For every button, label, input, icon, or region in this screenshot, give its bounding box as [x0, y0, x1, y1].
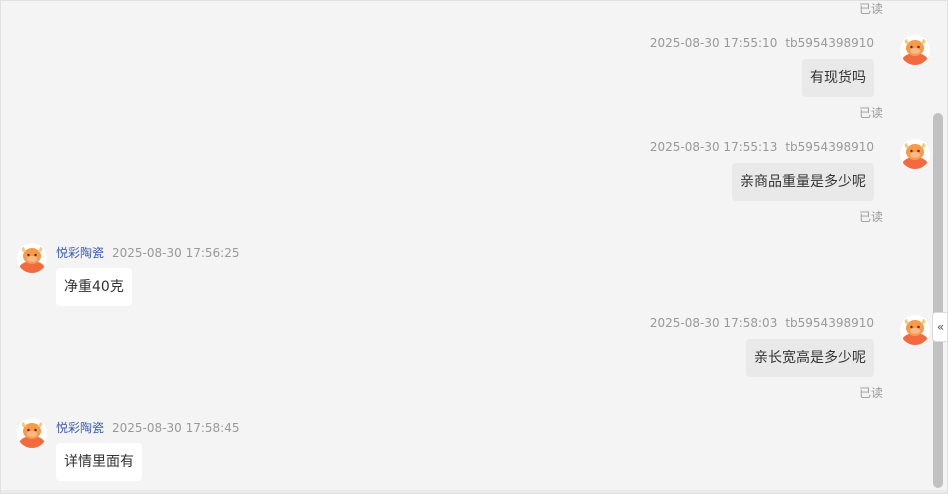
read-status: 已读 [859, 386, 884, 400]
sender-id: tb5954398910 [785, 36, 874, 50]
divider [1, 490, 947, 493]
avatar[interactable] [17, 418, 47, 448]
avatar[interactable] [900, 315, 930, 345]
message-timestamp: 2025-08-30 17:56:25 [112, 246, 240, 260]
cartoon-cow-avatar-icon [902, 143, 928, 169]
message-meta: 悦彩陶瓷 2025-08-30 17:58:45 [56, 419, 239, 436]
read-status: 已读 [859, 210, 884, 224]
message-timestamp: 2025-08-30 17:58:03 [649, 316, 778, 330]
chat-window: 已读 2025-08-30 17:55:10 tb5954398910 有现货吗 … [0, 0, 948, 494]
cartoon-cow-avatar-icon [19, 422, 45, 448]
message-bubble[interactable]: 有现货吗 [802, 59, 874, 97]
message-meta: 悦彩陶瓷 2025-08-30 17:56:25 [56, 244, 239, 261]
message-meta: 2025-08-30 17:55:13 tb5954398910 [650, 140, 874, 154]
message-timestamp: 2025-08-30 17:55:10 [649, 36, 778, 50]
message-bubble[interactable]: 净重40克 [56, 268, 132, 306]
read-status: 已读 [859, 106, 884, 120]
message-bubble[interactable]: 详情里面有 [56, 443, 142, 481]
sender-id: tb5954398910 [785, 316, 874, 330]
scrollbar-thumb[interactable] [933, 113, 943, 488]
avatar[interactable] [17, 243, 47, 273]
message-bubble[interactable]: 亲商品重量是多少呢 [732, 163, 874, 201]
message-timestamp: 2025-08-30 17:55:13 [649, 140, 778, 154]
message-list[interactable]: 已读 2025-08-30 17:55:10 tb5954398910 有现货吗 … [1, 1, 931, 493]
cartoon-cow-avatar-icon [902, 39, 928, 65]
message-timestamp: 2025-08-30 17:58:45 [112, 421, 240, 435]
double-chevron-left-icon[interactable]: « [932, 312, 947, 342]
sender-id: tb5954398910 [785, 140, 874, 154]
message-meta: 2025-08-30 17:58:03 tb5954398910 [650, 316, 874, 330]
read-status: 已读 [859, 2, 884, 16]
sender-nickname[interactable]: 悦彩陶瓷 [56, 421, 104, 435]
avatar[interactable] [900, 139, 930, 169]
sender-nickname[interactable]: 悦彩陶瓷 [56, 246, 104, 260]
cartoon-cow-avatar-icon [19, 247, 45, 273]
message-bubble[interactable]: 亲长宽高是多少呢 [746, 339, 874, 377]
message-meta: 2025-08-30 17:55:10 tb5954398910 [650, 36, 874, 50]
avatar[interactable] [900, 35, 930, 65]
cartoon-cow-avatar-icon [902, 319, 928, 345]
